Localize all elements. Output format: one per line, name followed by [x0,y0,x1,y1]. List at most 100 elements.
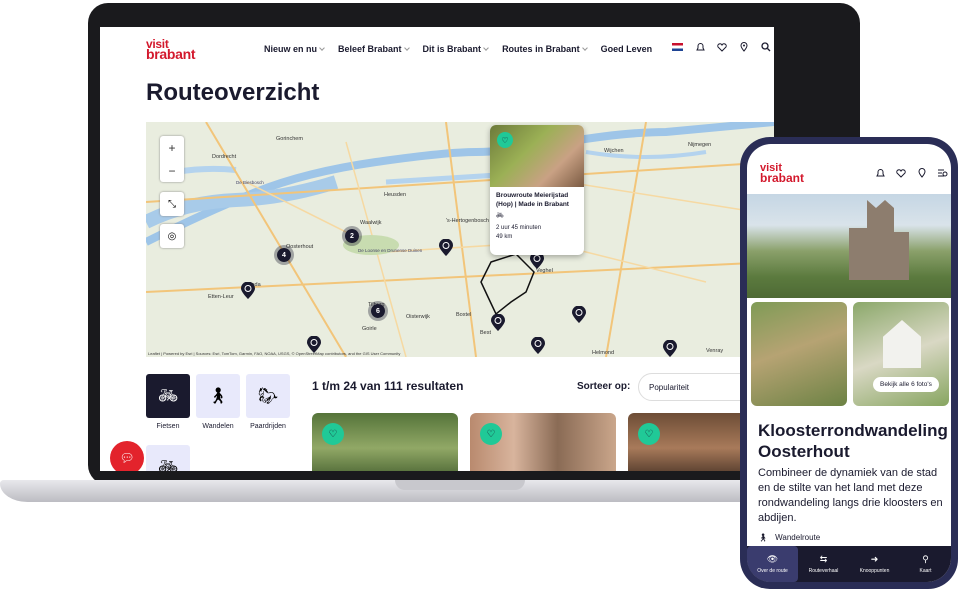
fullscreen-icon[interactable]: ⤡ [160,192,184,216]
map-place-label: Best [480,330,492,336]
tab-routeverhaal[interactable]: ⇆ Routeverhaal [798,546,849,582]
bell-icon[interactable] [695,42,705,52]
route-title: Kloosterrondwandeling Oosterhout [758,421,948,461]
map-place-label: Helmond [592,350,615,356]
menu-label: Nieuw en nu [264,44,318,54]
filter-ebike[interactable]: 🚲︎ [146,445,190,471]
map-place-label: Nijmegen [688,142,712,148]
map-place-label: Dordrecht [212,154,237,160]
favorite-heart-icon[interactable]: ♡ [638,423,660,445]
location-pin-icon[interactable] [739,42,749,52]
language-flag-icon[interactable] [672,43,683,51]
map-attribution: Leaflet | Powered by Esri | Sources: Esr… [148,351,401,356]
search-icon[interactable] [761,42,771,52]
favorite-heart-icon[interactable]: ♡ [497,132,513,148]
map-place-label: Boxtel [456,312,472,318]
menu-item-nieuw[interactable]: Nieuw en nu [264,44,325,54]
menu-item-goed-leven[interactable]: Goed Leven [601,44,653,54]
map-cluster-marker[interactable]: 2 [342,226,362,246]
tab-label: Routeverhaal [808,568,839,574]
photo-thumbnails: Bekijk alle 6 foto's [747,302,951,408]
map-route-pin-icon[interactable] [572,305,586,324]
map-place-label: Oisterwijk [406,314,430,320]
route-type-label: Wandelroute [775,533,821,542]
chapel-shape [883,320,921,368]
laptop-base-notch [395,480,525,490]
chevron-down-icon [403,45,410,51]
route-description: Combineer de dynamiek van de stad en de … [758,467,943,524]
results-summary: 1 t/m 24 van 111 resultaten [312,379,464,393]
chat-icon: 💬︎ [119,451,135,465]
visit-brabant-logo[interactable]: visit brabant [146,38,196,62]
main-menu: Nieuw en nu Beleef Brabant Dit is Braban… [264,44,652,54]
map-route-pin-icon[interactable] [491,313,505,332]
laptop-screen: visit brabant Nieuw en nu Beleef Brabant… [100,27,774,471]
signpost-icon: ⇆ [819,554,828,564]
zoom-in-button[interactable]: + [160,136,184,159]
route-popup[interactable]: ♡ Brouwroute Meierijstad (Hop) | Made in… [490,125,584,255]
chevron-down-icon [483,45,489,51]
map-place-label: 's-Hertogenbosch [446,218,489,224]
tab-knooppunten[interactable]: ➜ Knooppunten [849,546,900,582]
chevron-down-icon [581,45,588,51]
phone-frame: visit brabant Bekijk alle 6 foto's Kloos… [740,137,958,589]
popup-duration: 2 uur 45 minuten [496,225,542,231]
route-map[interactable]: + − ⤡ ◎ Gorinchem Dordrecht Heusden Waalwij… [146,122,774,357]
filter-paardrijden[interactable]: 🐎︎ [246,374,290,418]
bell-icon[interactable] [875,168,885,178]
walk-icon: 🚶︎ [758,533,769,542]
tab-over-de-route[interactable]: 👁︎ Over de route [747,546,798,582]
map-route-pin-icon[interactable] [439,238,453,257]
menu-label: Dit is Brabant [422,44,482,54]
map-cluster-marker[interactable]: 4 [274,245,294,265]
hero-image [747,194,951,298]
map-route-pin-icon[interactable] [531,336,545,355]
map-place-label: Heusden [384,192,407,198]
bike-icon: 🚲︎ [496,213,504,219]
see-all-photos-button[interactable]: Bekijk alle 6 foto's [873,377,939,392]
locate-icon[interactable]: ◎ [160,224,184,248]
route-card[interactable]: ♡ [470,413,616,471]
zoom-out-button[interactable]: − [160,159,184,182]
tab-label: Over de route [757,568,788,574]
map-route-pin-icon[interactable] [241,281,255,300]
arrow-circle-icon: ➜ [870,554,879,564]
menu-label: Beleef Brabant [338,44,402,54]
favorite-heart-icon[interactable]: ♡ [480,423,502,445]
map-place-label: De Loonse en Drunense Duinen [358,248,423,253]
menu-item-routes[interactable]: Routes in Brabant [502,44,588,54]
menu-label: Routes in Brabant [502,44,580,54]
top-navigation: visit brabant Nieuw en nu Beleef Brabant… [100,27,774,75]
visit-brabant-logo[interactable]: visit brabant [760,163,804,185]
phone-bottom-nav: 👁︎ Over de route ⇆ Routeverhaal ➜ Knooppunt… [747,546,951,582]
logo-line-2: brabant [146,46,196,62]
walk-icon: 🚶︎ [207,388,229,405]
tab-label: Kaart [919,568,932,574]
map-place-label: Waalwijk [360,220,382,226]
heart-icon[interactable] [896,168,906,178]
favorite-heart-icon[interactable]: ♡ [322,423,344,445]
filter-fietsen[interactable]: 🚲︎ [146,374,190,418]
chevron-down-icon [319,45,325,51]
filter-wandelen[interactable]: 🚶︎ [196,374,240,418]
tab-kaart[interactable]: ⚲ Kaart [900,546,951,582]
menu-item-beleef[interactable]: Beleef Brabant [338,44,410,54]
location-pin-icon[interactable] [917,168,927,178]
photo-thumbnail-walkers[interactable] [751,302,847,406]
map-route-pin-icon[interactable] [663,339,677,357]
zoom-controls: + − [160,136,184,182]
search-menu-icon[interactable] [938,168,948,178]
menu-label: Goed Leven [600,44,653,54]
map-pin-icon: ⚲ [922,554,929,564]
heart-icon[interactable] [717,42,727,52]
map-place-label: Gorinchem [276,136,303,142]
filter-label: Paardrijden [250,423,286,430]
route-card[interactable]: ♡ [312,413,458,471]
popup-distance: 49 km [496,234,513,240]
chat-button[interactable]: 💬︎ [110,441,144,471]
map-cluster-marker[interactable]: 6 [368,301,388,321]
map-place-label: Wijchen [604,148,624,154]
map-place-label: De Biesbosch [236,180,264,185]
sort-label: Sorteer op: [577,381,631,392]
menu-item-dit-is[interactable]: Dit is Brabant [423,44,489,54]
